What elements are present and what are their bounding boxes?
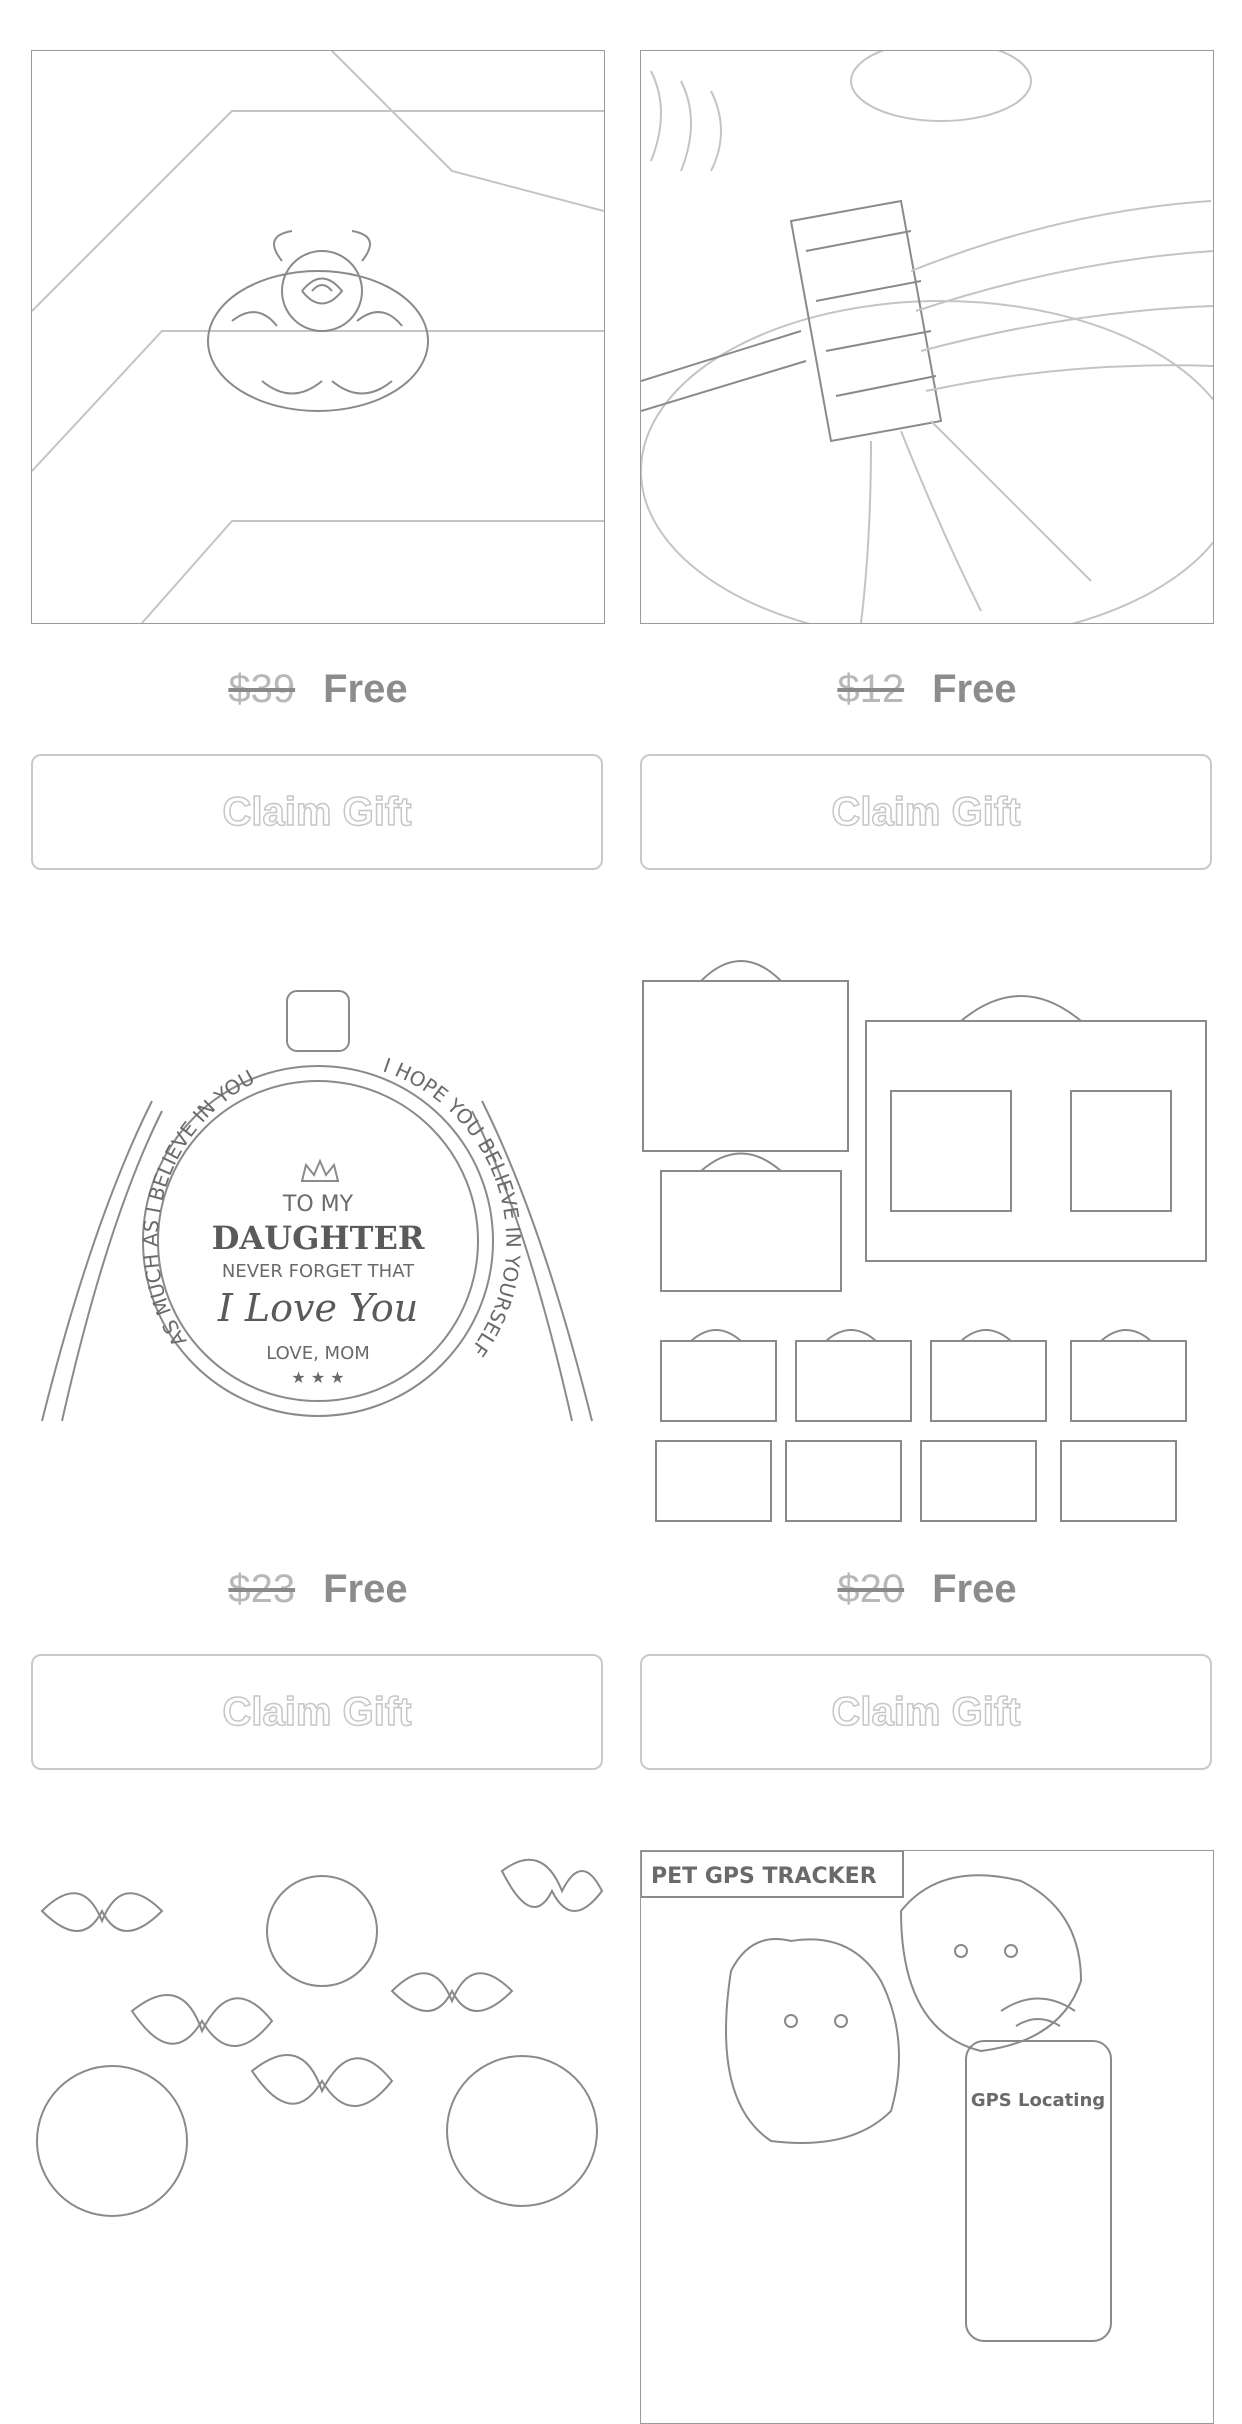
product-image-rose-ring[interactable] (31, 50, 605, 624)
sale-price: Free (932, 1566, 1017, 1611)
price-row: $23 Free (31, 1524, 605, 1654)
necklace-stars: ★ ★ ★ (291, 1368, 344, 1387)
rose-ring-illustration (32, 51, 604, 623)
claim-gift-button[interactable]: Claim Gift (640, 754, 1212, 870)
sale-price: Free (932, 666, 1017, 711)
necklace-line-5: LOVE, MOM (266, 1343, 370, 1364)
product-image-bag-organizer[interactable] (640, 950, 1214, 1524)
necklace-line-4: I Love You (217, 1286, 418, 1330)
necklace-line-1: TO MY (282, 1192, 354, 1217)
product-card (31, 1850, 605, 2424)
original-price: $12 (837, 666, 905, 711)
product-card: $39 Free Claim Gift (31, 50, 605, 870)
sale-price: Free (323, 1566, 408, 1611)
daughter-necklace-illustration: AS MUCH AS I BELIEVE IN YOU I HOPE YOU B… (41, 990, 593, 1422)
claim-gift-button[interactable]: Claim Gift (31, 1654, 603, 1770)
gift-grid: $39 Free Claim Gift $12 Free Claim Gift (0, 0, 1242, 2424)
product-card: $20 Free Claim Gift (640, 950, 1214, 1770)
original-price: $20 (837, 1566, 905, 1611)
product-card: AS MUCH AS I BELIEVE IN YOU I HOPE YOU B… (31, 950, 605, 1770)
product-image-daughter-necklace[interactable]: AS MUCH AS I BELIEVE IN YOU I HOPE YOU B… (31, 950, 605, 1524)
product-image-pet-gps-tracker[interactable]: PET GPS TRACKER GPS Locating (640, 1850, 1214, 2424)
product-image-hair-bows[interactable] (31, 1850, 605, 2424)
hair-bows-illustration (36, 1858, 604, 2217)
price-row: $20 Free (640, 1524, 1214, 1654)
price-row: $39 Free (31, 624, 605, 754)
product-card: $12 Free Claim Gift (640, 50, 1214, 870)
sale-price: Free (323, 666, 408, 711)
price-row: $12 Free (640, 624, 1214, 754)
necklace-line-3: NEVER FORGET THAT (222, 1261, 415, 1282)
claim-gift-button[interactable]: Claim Gift (31, 754, 603, 870)
phone-gps-label: GPS Locating (971, 2090, 1105, 2111)
product-image-hair-brush[interactable] (640, 50, 1214, 624)
claim-gift-button[interactable]: Claim Gift (640, 1654, 1212, 1770)
original-price: $39 (228, 666, 296, 711)
product-card: PET GPS TRACKER GPS Locating (640, 1850, 1214, 2424)
pet-gps-banner: PET GPS TRACKER (651, 1864, 877, 1889)
pet-gps-tracker-illustration: PET GPS TRACKER GPS Locating (641, 1851, 1112, 2342)
necklace-line-2: DAUGHTER (212, 1219, 425, 1257)
hair-brush-illustration (641, 51, 1213, 623)
bag-organizer-illustration (642, 960, 1207, 1522)
original-price: $23 (228, 1566, 296, 1611)
